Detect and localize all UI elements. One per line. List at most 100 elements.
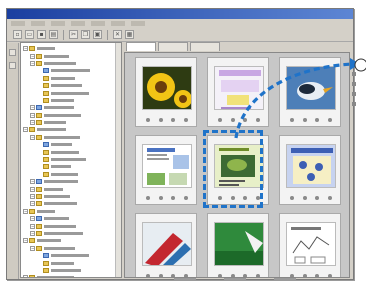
expand-icon[interactable]: − bbox=[30, 223, 35, 229]
action-icon[interactable] bbox=[230, 118, 235, 122]
thumbnail-card[interactable] bbox=[279, 57, 341, 127]
tree-item[interactable] bbox=[23, 163, 119, 170]
menu-item[interactable] bbox=[71, 21, 85, 26]
thumbnail-card[interactable] bbox=[207, 57, 269, 127]
thumbnail-card[interactable] bbox=[135, 135, 197, 205]
expand-icon[interactable]: − bbox=[23, 46, 28, 52]
side-icon[interactable] bbox=[352, 92, 356, 96]
action-icon[interactable] bbox=[315, 118, 320, 122]
cut-icon[interactable]: ✂ bbox=[69, 30, 78, 39]
thumbnail-card[interactable] bbox=[135, 57, 197, 127]
tab[interactable] bbox=[190, 42, 220, 51]
expand-icon[interactable]: − bbox=[30, 105, 35, 111]
tree-item[interactable]: − bbox=[23, 52, 119, 59]
pin-icon[interactable] bbox=[9, 62, 16, 69]
action-icon[interactable] bbox=[146, 118, 151, 122]
tree-item[interactable]: − bbox=[23, 134, 119, 141]
side-icon[interactable] bbox=[352, 62, 356, 66]
tree-item[interactable]: − bbox=[23, 245, 119, 252]
view-icon[interactable]: ▦ bbox=[125, 30, 134, 39]
expand-icon[interactable]: − bbox=[30, 245, 35, 251]
tree-item[interactable] bbox=[23, 82, 119, 89]
thumbnail-card[interactable] bbox=[135, 213, 197, 277]
side-icon[interactable] bbox=[352, 72, 356, 76]
action-icon[interactable] bbox=[183, 196, 188, 200]
tree-item[interactable]: − bbox=[23, 178, 119, 185]
tree-item[interactable] bbox=[23, 259, 119, 266]
expand-icon[interactable]: − bbox=[30, 179, 35, 185]
tree-item[interactable] bbox=[23, 156, 119, 163]
expand-icon[interactable]: − bbox=[30, 120, 35, 126]
tab[interactable] bbox=[158, 42, 188, 51]
action-icon[interactable] bbox=[158, 196, 163, 200]
tree-item[interactable] bbox=[23, 89, 119, 96]
expand-icon[interactable]: − bbox=[23, 275, 28, 277]
action-icon[interactable] bbox=[327, 118, 332, 122]
tree-item[interactable] bbox=[23, 75, 119, 82]
tree-item[interactable]: − bbox=[23, 230, 119, 237]
side-icon[interactable] bbox=[352, 102, 356, 106]
open-icon[interactable]: ▭ bbox=[25, 30, 34, 39]
print-icon[interactable]: ▤ bbox=[49, 30, 58, 39]
thumbnail-card[interactable] bbox=[279, 213, 341, 277]
tree-item[interactable] bbox=[23, 67, 119, 74]
expand-icon[interactable]: − bbox=[30, 53, 35, 59]
tree-item[interactable]: − bbox=[23, 193, 119, 200]
action-icon[interactable] bbox=[171, 196, 176, 200]
tree-item[interactable]: − bbox=[23, 274, 119, 277]
tree-item[interactable]: − bbox=[23, 222, 119, 229]
tree-item[interactable] bbox=[23, 97, 119, 104]
action-icon[interactable] bbox=[315, 196, 320, 200]
tree-item[interactable]: − bbox=[23, 112, 119, 119]
expand-icon[interactable]: − bbox=[23, 238, 28, 244]
menu-item[interactable] bbox=[91, 21, 105, 26]
action-icon[interactable] bbox=[255, 118, 260, 122]
tree-item[interactable] bbox=[23, 171, 119, 178]
action-icon[interactable] bbox=[146, 196, 151, 200]
expand-icon[interactable]: − bbox=[30, 230, 35, 236]
menu-item[interactable] bbox=[31, 21, 45, 26]
collapse-handle[interactable] bbox=[9, 49, 16, 56]
action-icon[interactable] bbox=[243, 118, 248, 122]
tree-item[interactable]: − bbox=[23, 45, 119, 52]
action-icon[interactable] bbox=[171, 118, 176, 122]
action-icon[interactable] bbox=[290, 196, 295, 200]
expand-icon[interactable]: − bbox=[23, 208, 28, 214]
action-icon[interactable] bbox=[183, 118, 188, 122]
tree-scrollbar[interactable] bbox=[115, 43, 121, 277]
side-icon[interactable] bbox=[352, 82, 356, 86]
menu-item[interactable] bbox=[131, 21, 145, 26]
new-icon[interactable]: ▫ bbox=[13, 30, 22, 39]
action-icon[interactable] bbox=[290, 118, 295, 122]
menu-item[interactable] bbox=[51, 21, 65, 26]
tree-item[interactable]: − bbox=[23, 200, 119, 207]
action-icon[interactable] bbox=[327, 196, 332, 200]
expand-icon[interactable]: − bbox=[30, 194, 35, 199]
expand-icon[interactable]: − bbox=[30, 112, 35, 118]
action-icon[interactable] bbox=[218, 118, 223, 122]
expand-icon[interactable]: − bbox=[30, 216, 35, 222]
thumbnail-card[interactable] bbox=[203, 130, 269, 208]
menu-item[interactable] bbox=[111, 21, 125, 26]
tree-item[interactable] bbox=[23, 148, 119, 155]
delete-icon[interactable]: ✕ bbox=[113, 30, 122, 39]
expand-icon[interactable]: − bbox=[30, 60, 35, 66]
thumbnail-card[interactable] bbox=[279, 135, 341, 205]
tree-item[interactable]: − bbox=[23, 185, 119, 192]
action-icon[interactable] bbox=[302, 118, 307, 122]
expand-icon[interactable]: − bbox=[23, 127, 28, 133]
tab[interactable] bbox=[126, 42, 156, 51]
expand-icon[interactable]: − bbox=[30, 201, 35, 207]
tree-item[interactable]: − bbox=[23, 104, 119, 111]
expand-icon[interactable]: − bbox=[30, 186, 35, 192]
tree-item[interactable]: − bbox=[23, 215, 119, 222]
tree-item[interactable] bbox=[23, 252, 119, 259]
paste-icon[interactable]: ▣ bbox=[93, 30, 102, 39]
action-icon[interactable] bbox=[302, 196, 307, 200]
action-icon[interactable] bbox=[158, 118, 163, 122]
save-icon[interactable]: ▪ bbox=[37, 30, 46, 39]
copy-icon[interactable]: ❐ bbox=[81, 30, 90, 39]
thumbnail-card[interactable] bbox=[207, 213, 269, 277]
tree-item[interactable]: − bbox=[23, 126, 119, 133]
menu-item[interactable] bbox=[11, 21, 25, 26]
